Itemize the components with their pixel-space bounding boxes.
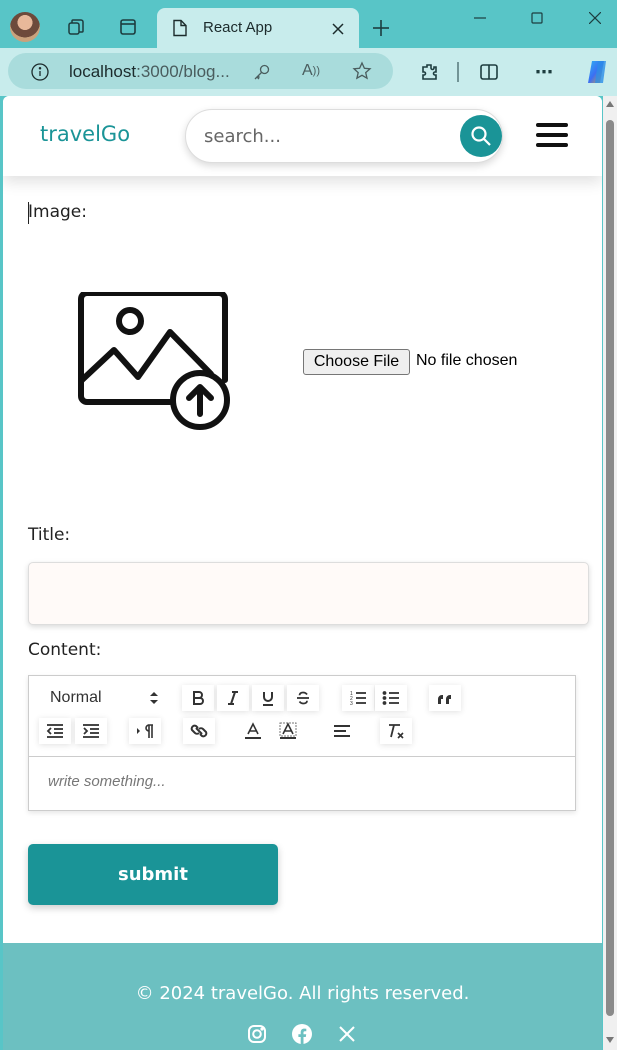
- bold-button[interactable]: [182, 685, 214, 711]
- extensions-icon[interactable]: [417, 60, 441, 84]
- clear-format-button[interactable]: [380, 718, 412, 744]
- scroll-thumb[interactable]: [606, 120, 614, 1016]
- profile-avatar[interactable]: [10, 12, 40, 42]
- more-options-icon[interactable]: ⋯: [532, 60, 556, 84]
- text-direction-button[interactable]: [129, 718, 161, 744]
- ordered-list-icon: 123: [350, 691, 366, 706]
- text-direction-icon: [137, 724, 153, 738]
- editor-toolbar: Normal 123: [29, 676, 575, 757]
- key-icon[interactable]: [251, 61, 273, 83]
- browser-toolbar: localhost:3000/blog... A)) ⋯: [0, 48, 617, 96]
- submit-button[interactable]: submit: [28, 844, 278, 905]
- text-color-button[interactable]: [237, 718, 269, 744]
- search-bar: [185, 109, 503, 163]
- outdent-button[interactable]: [39, 718, 71, 744]
- read-aloud-icon[interactable]: A)): [299, 60, 323, 82]
- bullet-list-icon: [382, 691, 399, 705]
- page-icon: [170, 18, 190, 38]
- url-host: localhost: [69, 62, 137, 81]
- select-arrows-icon: [150, 692, 158, 704]
- address-bar[interactable]: localhost:3000/blog... A)): [8, 53, 393, 89]
- search-input[interactable]: [204, 122, 454, 150]
- bullet-list-button[interactable]: [375, 685, 407, 711]
- bold-icon: [193, 691, 204, 705]
- indent-icon: [83, 724, 99, 738]
- svg-text:3: 3: [350, 701, 353, 706]
- vertical-tabs-icon[interactable]: [115, 14, 141, 40]
- ordered-list-button[interactable]: 123: [342, 685, 374, 711]
- x-icon[interactable]: [336, 1023, 358, 1045]
- image-label: Image:: [28, 202, 87, 222]
- indent-button[interactable]: [75, 718, 107, 744]
- search-button[interactable]: [460, 115, 502, 157]
- copyright-text: © 2024 travelGo. All rights reserved.: [135, 983, 470, 1004]
- site-header: travelGo: [3, 96, 602, 176]
- outdent-icon: [46, 724, 63, 738]
- browser-tab-bar: React App: [0, 0, 617, 48]
- instagram-icon[interactable]: [246, 1023, 268, 1045]
- link-button[interactable]: [183, 718, 215, 744]
- new-tab-icon[interactable]: [369, 16, 393, 40]
- info-icon[interactable]: [29, 61, 51, 83]
- blockquote-button[interactable]: [429, 685, 461, 711]
- url-text[interactable]: localhost:3000/blog...: [69, 62, 230, 82]
- scroll-up-arrow-icon[interactable]: [605, 100, 615, 108]
- close-window-icon[interactable]: [580, 6, 610, 30]
- rich-text-editor: Normal 123 write something...: [28, 675, 576, 811]
- title-label: Title:: [28, 525, 71, 545]
- title-input[interactable]: [28, 562, 589, 625]
- underline-icon: [263, 692, 273, 706]
- close-tab-icon[interactable]: [329, 20, 347, 38]
- scroll-down-arrow-icon[interactable]: [605, 1036, 615, 1044]
- site-footer: © 2024 travelGo. All rights reserved.: [3, 943, 602, 1050]
- image-upload-icon[interactable]: [77, 290, 233, 434]
- italic-button[interactable]: [217, 685, 249, 711]
- clear-format-icon: [389, 724, 404, 739]
- page-scrollbar[interactable]: [603, 96, 617, 1050]
- url-path: :3000/blog...: [136, 62, 230, 81]
- header-format-select[interactable]: Normal: [41, 685, 161, 711]
- link-icon: [190, 724, 208, 738]
- workspaces-icon[interactable]: [63, 14, 89, 40]
- split-screen-icon[interactable]: [477, 60, 501, 84]
- text-color-icon: [245, 722, 261, 739]
- align-left-icon: [334, 725, 350, 737]
- content-label: Content:: [28, 640, 102, 660]
- toolbar-divider: [456, 62, 460, 82]
- background-color-button[interactable]: [272, 718, 304, 744]
- align-button[interactable]: [326, 718, 358, 744]
- minimize-icon[interactable]: [465, 6, 495, 30]
- hamburger-menu-icon[interactable]: [536, 123, 568, 147]
- facebook-icon[interactable]: [291, 1023, 313, 1045]
- background-color-icon: [279, 722, 297, 739]
- header-format-value: Normal: [50, 689, 102, 706]
- maximize-icon[interactable]: [522, 6, 552, 30]
- page-viewport: travelGo Image: Choose File No file chos…: [3, 96, 602, 1050]
- search-icon: [471, 126, 491, 146]
- strikethrough-icon: [297, 691, 309, 705]
- copilot-icon[interactable]: [581, 56, 613, 88]
- quote-icon: [438, 695, 451, 704]
- choose-file-button[interactable]: Choose File: [303, 349, 410, 375]
- editor-placeholder[interactable]: write something...: [48, 773, 166, 790]
- underline-button[interactable]: [252, 685, 284, 711]
- italic-icon: [228, 691, 238, 705]
- strike-button[interactable]: [287, 685, 319, 711]
- brand-logo[interactable]: travelGo: [40, 122, 130, 146]
- favorite-star-icon[interactable]: [350, 60, 374, 82]
- active-tab[interactable]: React App: [157, 8, 359, 48]
- text-caret: [28, 202, 29, 224]
- file-status-text: No file chosen: [416, 352, 518, 369]
- tab-title: React App: [203, 19, 273, 36]
